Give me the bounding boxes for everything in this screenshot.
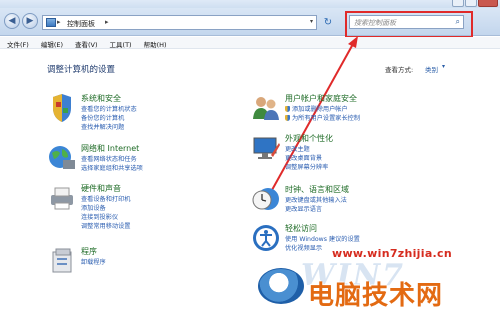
category-link[interactable]: 卸载程序	[81, 257, 106, 266]
category-link[interactable]: 优化视频显示	[285, 243, 322, 252]
monitor-paint-icon	[253, 137, 280, 159]
category-title[interactable]: 系统和安全	[81, 93, 121, 104]
accessibility-icon	[253, 225, 279, 251]
category-link[interactable]: 连接到投影仪	[81, 212, 118, 221]
category-title[interactable]: 轻松访问	[285, 223, 317, 234]
category-title[interactable]: 硬件和声音	[81, 183, 121, 194]
category-link[interactable]: 选择家庭组和共享选项	[81, 163, 143, 172]
globe-network-icon	[49, 146, 75, 169]
category-link[interactable]: 使用 Windows 建议的设置	[285, 234, 360, 243]
category-link[interactable]: 查找并解决问题	[81, 122, 124, 131]
clock-globe-icon	[252, 188, 279, 210]
programs-box-icon	[52, 248, 72, 273]
category-link[interactable]: 更改主题	[285, 144, 310, 153]
category-link[interactable]: 更改键盘或其他输入法	[285, 195, 347, 204]
uac-shield-icon	[285, 115, 290, 121]
category-link[interactable]: 调整屏幕分辨率	[285, 162, 328, 171]
watermark-text: 电脑技术网	[308, 281, 444, 311]
link-text: 为所有用户设置家长控制	[292, 115, 361, 122]
category-link[interactable]: 查看设备和打印机	[81, 194, 131, 203]
category-title[interactable]: 外观和个性化	[285, 133, 333, 144]
category-title[interactable]: 程序	[81, 246, 97, 257]
printer-icon	[51, 187, 73, 210]
watermark-url: www.win7zhijia.cn	[332, 247, 452, 260]
category-link[interactable]: 为所有用户设置家长控制	[285, 113, 360, 122]
watermark-badge-icon	[258, 268, 304, 304]
link-text: 添加或删除用户帐户	[292, 106, 348, 113]
category-title[interactable]: 时钟、语言和区域	[285, 184, 349, 195]
category-link[interactable]: 查看网络状态和任务	[81, 154, 137, 163]
uac-shield-icon	[285, 106, 290, 112]
category-link[interactable]: 查看您的计算机状态	[81, 104, 137, 113]
shield-icon	[53, 94, 71, 122]
category-title[interactable]: 网络和 Internet	[81, 143, 139, 154]
category-link[interactable]: 更改显示语言	[285, 204, 322, 213]
category-link[interactable]: 添加设备	[81, 203, 106, 212]
users-icon	[253, 97, 279, 120]
category-link[interactable]: 调整常用移动设置	[81, 221, 131, 230]
category-link[interactable]: 添加或删除用户帐户	[285, 104, 348, 113]
category-link[interactable]: 备份您的计算机	[81, 113, 124, 122]
category-title[interactable]: 用户帐户和家庭安全	[285, 93, 357, 104]
category-link[interactable]: 更改桌面背景	[285, 153, 322, 162]
